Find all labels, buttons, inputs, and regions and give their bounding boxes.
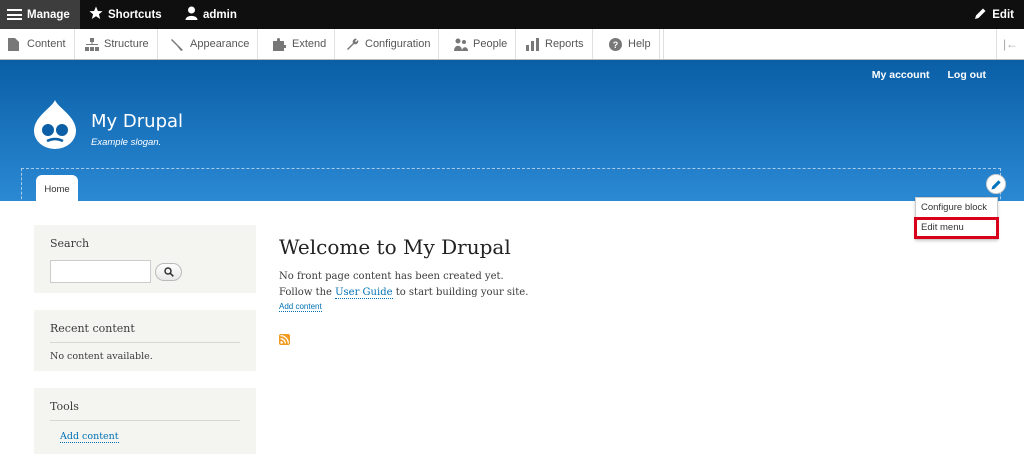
tools-title: Tools [50,400,240,421]
edit-label: Edit [992,8,1014,21]
help-icon: ? [609,37,622,51]
menu-item-home[interactable]: Home [36,175,78,203]
primary-menu-region: Home [21,168,1001,204]
tray-item-people[interactable]: People [446,29,517,59]
recent-content-block: Recent content No content available. [34,310,256,371]
contextual-links-menu: Configure block Edit menu [914,197,999,240]
user-guide-text: Follow the User Guide to start building … [279,287,529,299]
configure-block-link[interactable]: Configure block [916,198,997,217]
puzzle-icon [273,37,287,51]
recent-content-empty-text: No content available. [50,351,153,362]
shortcuts-tab[interactable]: Shortcuts [89,0,162,29]
edit-toggle[interactable]: Edit [974,0,1014,29]
tools-block: Tools Add content [34,388,256,454]
admin-tray: Content Structure Appearance Extend Conf… [0,29,1024,60]
my-account-link[interactable]: My account [872,69,930,81]
tray-item-reports[interactable]: Reports [518,29,593,59]
secondary-menu: My account Log out [872,69,986,81]
site-slogan: Example slogan. [91,137,162,148]
svg-text:?: ? [613,40,619,50]
user-tab[interactable]: admin [185,0,237,29]
tray-item-configuration[interactable]: Configuration [338,29,440,59]
tray-item-extend[interactable]: Extend [265,29,336,59]
people-icon [454,38,468,51]
user-label: admin [203,8,237,21]
tray-item-label: Appearance [190,38,250,50]
search-icon [163,266,174,277]
admin-toolbar: Manage Shortcuts admin Edit [0,0,1024,29]
file-icon [8,37,21,51]
tray-item-label: Content [27,38,66,50]
no-content-text: No front page content has been created y… [279,271,504,282]
user-guide-link[interactable]: User Guide [335,287,393,299]
shortcuts-label: Shortcuts [108,8,162,21]
site-name[interactable]: My Drupal [91,111,183,132]
tray-item-label: Extend [292,38,327,50]
tray-orientation-toggle[interactable]: |← [996,29,1024,59]
pencil-icon [991,179,1001,189]
tray-divider [663,29,664,59]
star-icon [89,6,103,23]
paintbrush-icon [171,38,184,51]
collapse-arrow-icon: |← [1002,37,1019,51]
recent-content-title: Recent content [50,322,240,343]
drupal-logo-icon[interactable] [34,100,76,149]
bar-chart-icon [526,37,539,51]
hamburger-icon [7,9,22,20]
tray-item-help[interactable]: ? Help [601,29,660,59]
rss-feed-icon[interactable] [279,334,290,345]
tray-item-appearance[interactable]: Appearance [163,29,259,59]
search-block-title: Search [50,237,90,250]
log-out-link[interactable]: Log out [948,69,986,81]
tray-item-label: Configuration [365,38,431,50]
search-input[interactable] [50,260,151,283]
manage-tab[interactable]: Manage [0,0,80,29]
tools-add-content-link[interactable]: Add content [60,431,119,443]
site-header: My account Log out My Drupal Example slo… [0,60,1024,204]
user-icon [185,6,198,23]
edit-menu-link[interactable]: Edit menu [914,217,999,239]
tray-item-structure[interactable]: Structure [77,29,158,59]
tray-item-label: Help [628,38,651,50]
search-block: Search [34,225,256,293]
manage-label: Manage [27,8,70,21]
tray-item-label: People [473,38,508,50]
search-button[interactable] [155,262,182,281]
contextual-links-button[interactable] [986,174,1006,194]
tray-item-label: Structure [104,38,149,50]
wrench-icon [346,38,359,51]
page-title: Welcome to My Drupal [279,235,511,259]
tray-item-content[interactable]: Content [0,29,75,59]
user-guide-prefix: Follow the [279,287,336,298]
user-guide-suffix: to start building your site. [392,287,529,298]
tray-item-label: Reports [545,38,584,50]
sitemap-icon [85,37,99,51]
add-content-link[interactable]: Add content [279,302,322,312]
pencil-icon [974,7,987,23]
